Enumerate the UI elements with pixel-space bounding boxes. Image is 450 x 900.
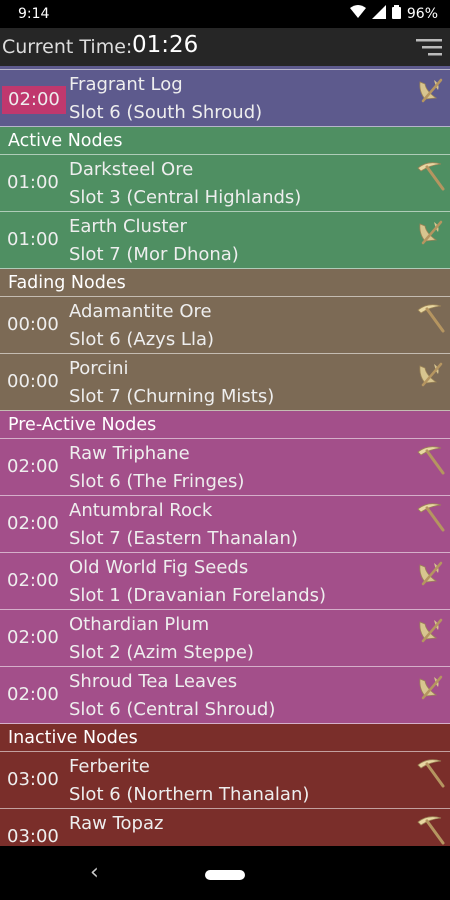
battery-percent: 96% xyxy=(406,6,438,22)
node-row[interactable]: 02:00 Fragrant Log Slot 6 (South Shroud) xyxy=(0,70,450,127)
node-time: 02:00 xyxy=(7,627,59,648)
hatchet-icon xyxy=(414,614,446,646)
status-time: 9:14 xyxy=(18,6,50,22)
node-time: 00:00 xyxy=(7,314,59,335)
node-slot: Slot 6 (South Shroud) xyxy=(69,102,263,123)
node-list[interactable]: 02:00 Fragrant Log Slot 6 (South Shroud) Ac… xyxy=(0,66,450,846)
node-slot: Slot 3 (Central Highlands) xyxy=(69,187,302,208)
node-slot: Slot 6 (Northern Thanalan) xyxy=(69,784,310,805)
navigation-bar: ‹ xyxy=(0,846,450,900)
node-time: 03:00 xyxy=(7,826,59,846)
node-name: Raw Triphane xyxy=(69,443,190,464)
section-header: Fading Nodes xyxy=(0,269,450,297)
pickaxe-icon xyxy=(414,443,446,475)
current-time-label: Current Time: xyxy=(2,36,133,58)
pickaxe-icon xyxy=(414,813,446,845)
node-slot: Slot 6 (Azys Lla) xyxy=(69,329,215,350)
node-row[interactable]: 03:00 Ferberite Slot 6 (Northern Thanalan) xyxy=(0,752,450,809)
node-time: 02:00 xyxy=(7,456,59,477)
node-slot: Slot 7 (Mor Dhona) xyxy=(69,244,239,265)
section-header: Active Nodes xyxy=(0,127,450,155)
hatchet-icon xyxy=(414,74,446,106)
node-name: Ferberite xyxy=(69,756,150,777)
pickaxe-icon xyxy=(414,301,446,333)
status-bar: 9:14 96% xyxy=(0,0,450,28)
node-name: Raw Topaz xyxy=(69,813,164,834)
node-name: Old World Fig Seeds xyxy=(69,557,249,578)
hatchet-icon xyxy=(414,216,446,248)
node-row[interactable]: 02:00 Othardian Plum Slot 2 (Azim Steppe) xyxy=(0,610,450,667)
signal-icon xyxy=(371,5,386,23)
node-name: Darksteel Ore xyxy=(69,159,194,180)
node-time: 02:00 xyxy=(7,513,59,534)
home-pill-icon[interactable] xyxy=(205,870,245,880)
node-slot: Slot 7 (Churning Mists) xyxy=(69,386,275,407)
section-header: Inactive Nodes xyxy=(0,724,450,752)
node-slot: Slot 6 (The Fringes) xyxy=(69,471,245,492)
node-name: Porcini xyxy=(69,358,129,379)
hatchet-icon xyxy=(414,358,446,390)
app-bar: Current Time: 01:26 xyxy=(0,28,450,66)
node-name: Earth Cluster xyxy=(69,216,187,237)
sort-menu-icon[interactable] xyxy=(414,36,444,58)
node-name: Shroud Tea Leaves xyxy=(69,671,238,692)
node-slot: Slot 7 (Eastern Thanalan) xyxy=(69,528,298,549)
node-row[interactable]: 02:00 Shroud Tea Leaves Slot 6 (Central Sh… xyxy=(0,667,450,724)
node-name: Adamantite Ore xyxy=(69,301,212,322)
node-slot: Slot 6 (Central Shroud) xyxy=(69,699,276,720)
node-row[interactable]: 01:00 Earth Cluster Slot 7 (Mor Dhona) xyxy=(0,212,450,269)
wifi-icon xyxy=(349,5,366,23)
node-time: 02:00 xyxy=(7,570,59,591)
node-time: 03:00 xyxy=(7,769,59,790)
pickaxe-icon xyxy=(414,756,446,788)
hatchet-icon xyxy=(414,671,446,703)
back-icon[interactable]: ‹ xyxy=(90,860,99,885)
node-name: Antumbral Rock xyxy=(69,500,213,521)
node-name: Othardian Plum xyxy=(69,614,210,635)
node-time: 01:00 xyxy=(7,172,59,193)
node-row[interactable]: 01:00 Darksteel Ore Slot 3 (Central Highla… xyxy=(0,155,450,212)
node-row[interactable]: 00:00 Adamantite Ore Slot 6 (Azys Lla) xyxy=(0,297,450,354)
node-time: 02:00 xyxy=(7,684,59,705)
node-row[interactable]: 02:00 Raw Triphane Slot 6 (The Fringes) xyxy=(0,439,450,496)
node-slot: Slot 2 (Azim Steppe) xyxy=(69,642,254,663)
battery-icon xyxy=(391,5,401,23)
node-row[interactable]: 02:00 Antumbral Rock Slot 7 (Eastern Thana… xyxy=(0,496,450,553)
pickaxe-icon xyxy=(414,159,446,191)
node-row[interactable]: 03:00 Raw Topaz xyxy=(0,809,450,846)
section-header: Pre-Active Nodes xyxy=(0,411,450,439)
node-time: 00:00 xyxy=(7,371,59,392)
node-time: 01:00 xyxy=(7,229,59,250)
current-time-value: 01:26 xyxy=(132,32,199,58)
node-row[interactable]: 02:00 Old World Fig Seeds Slot 1 (Dravania… xyxy=(0,553,450,610)
node-name: Fragrant Log xyxy=(69,74,183,95)
pickaxe-icon xyxy=(414,500,446,532)
node-row[interactable]: 00:00 Porcini Slot 7 (Churning Mists) xyxy=(0,354,450,411)
node-time: 02:00 xyxy=(2,86,66,114)
node-slot: Slot 1 (Dravanian Forelands) xyxy=(69,585,327,606)
hatchet-icon xyxy=(414,557,446,589)
status-icons: 96% xyxy=(349,5,438,23)
